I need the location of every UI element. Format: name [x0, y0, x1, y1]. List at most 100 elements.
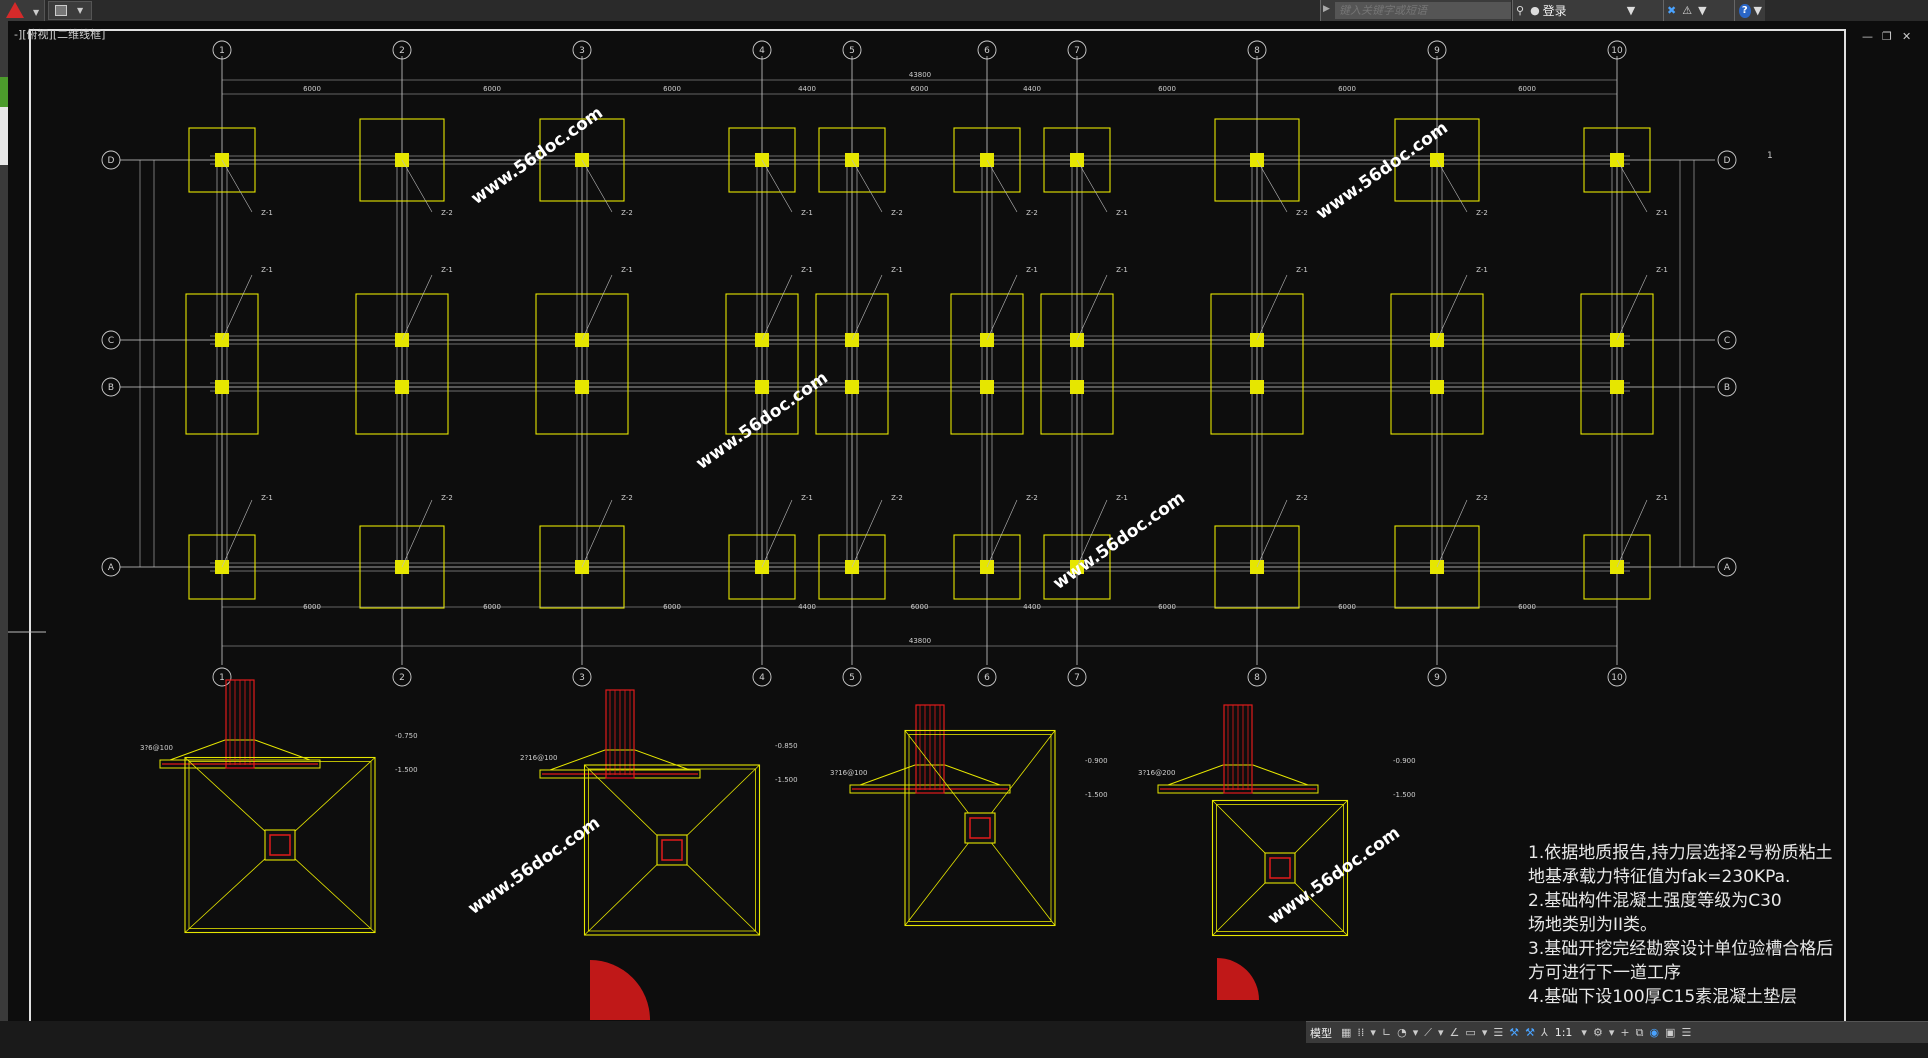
help-icon[interactable]: ?	[1739, 3, 1751, 18]
exchange-group: ✖ ⚠ ▼	[1663, 0, 1734, 21]
column	[755, 380, 769, 394]
polar-icon[interactable]: ◔	[1397, 1026, 1407, 1039]
grid-bubble-label: 10	[1611, 46, 1623, 56]
quick-access-save-button[interactable]: ▼	[48, 1, 92, 20]
dimension-text: 43800	[909, 637, 931, 645]
chevron-down-icon[interactable]: ▼	[1627, 4, 1635, 17]
chevron-down-icon[interactable]: ▾	[1609, 1026, 1615, 1039]
note-line: 4.基础下设100厚C15素混凝土垫层	[1528, 987, 1797, 1007]
footing-label: Z-1	[441, 266, 453, 274]
footing-label: Z-1	[1476, 266, 1488, 274]
elevation-label: -0.750	[395, 732, 418, 740]
minimize-icon[interactable]: —	[1862, 30, 1873, 43]
chevron-down-icon[interactable]: ▾	[1438, 1026, 1444, 1039]
elevation-label: -1.500	[1393, 791, 1416, 799]
annotation-visibility-icon[interactable]: ⚒	[1509, 1026, 1519, 1039]
panel-tab[interactable]	[0, 77, 8, 107]
footing-label: Z-1	[801, 266, 813, 274]
help-group: ? ▼	[1734, 0, 1765, 21]
elevation-label: -1.500	[395, 766, 418, 774]
note-line: 场地类别为II类。	[1528, 915, 1657, 935]
elevation-label: -0.900	[1085, 757, 1108, 765]
grid-bubble-label: 3	[579, 673, 585, 683]
elevation-label: -1.500	[775, 776, 798, 784]
grid-bubble-label: D	[108, 156, 115, 166]
column	[215, 380, 229, 394]
chevron-down-icon[interactable]: ▾	[1413, 1026, 1419, 1039]
application-menu-button[interactable]: ▼	[0, 0, 45, 21]
dimension-text: 6000	[303, 603, 321, 611]
footing-label: Z-2	[1476, 209, 1488, 217]
dimension-text: 4400	[1023, 85, 1041, 93]
grid-bubble-label: 6	[984, 46, 990, 56]
footing-label: Z-2	[441, 494, 453, 502]
dimension-text: 6000	[1338, 85, 1356, 93]
osnap-icon[interactable]: ⟋	[1424, 1026, 1432, 1040]
plus-icon[interactable]: +	[1620, 1026, 1629, 1039]
grid-bubble-label: 5	[849, 46, 855, 56]
close-icon[interactable]: ✕	[1902, 30, 1911, 43]
user-icon: ●	[1530, 4, 1540, 17]
dimension-text: 4400	[798, 85, 816, 93]
dimension-text: 6000	[1518, 603, 1536, 611]
grid-bubble-label: 1	[219, 46, 225, 56]
binoculars-icon[interactable]: ⚲	[1516, 4, 1524, 17]
drawing-canvas[interactable]: 1 1 2 2 3 3 4 4 5 5 6 6 7 7 8 8 9 9 10 10 D D C C B B A A Z-1 Z-1 Z-1…	[8, 21, 1928, 1021]
note-line: 3.基础开挖完经勘察设计单位验槽合格后	[1528, 939, 1833, 959]
exchange-icon[interactable]: ✖	[1667, 4, 1676, 17]
dimension-text: 4400	[1023, 603, 1041, 611]
viewport-controls-label[interactable]: -][俯视][二维线框]	[14, 26, 105, 42]
chevron-down-icon[interactable]: ▾	[1482, 1026, 1488, 1039]
workspace-gear-icon[interactable]: ⚙	[1593, 1026, 1603, 1039]
grid-bubble-label: C	[108, 336, 114, 346]
isolate-objects-icon[interactable]: ⧉	[1636, 1026, 1644, 1040]
footing-label: Z-1	[621, 266, 633, 274]
login-button[interactable]: 登录	[1543, 2, 1567, 19]
grid-bubble-label: 4	[759, 673, 765, 683]
clean-screen-icon[interactable]: ▣	[1665, 1026, 1675, 1039]
note-line: 2.基础构件混凝土强度等级为C30	[1528, 891, 1782, 911]
ortho-icon[interactable]: ∟	[1382, 1026, 1391, 1039]
model-space-button[interactable]: 模型	[1310, 1025, 1332, 1041]
grid-bubble-label: 5	[849, 673, 855, 683]
dimension-text: 6000	[911, 603, 929, 611]
footing-label: Z-2	[1296, 209, 1308, 217]
footing-label: Z-1	[1656, 209, 1668, 217]
otrack-icon[interactable]: ∠	[1450, 1026, 1460, 1039]
grip-icon: ▶	[1323, 4, 1330, 14]
grid-bubble-label: 8	[1254, 46, 1260, 56]
grid-bubble-label: B	[108, 383, 114, 393]
save-icon	[55, 5, 67, 16]
auto-scale-icon[interactable]: ⚒	[1525, 1026, 1535, 1039]
panel-tab[interactable]	[0, 107, 8, 165]
footing-label: Z-2	[621, 209, 633, 217]
chevron-down-icon[interactable]: ▾	[1370, 1026, 1376, 1039]
lineweight-icon[interactable]: ☰	[1493, 1026, 1503, 1039]
selection-cycling-icon[interactable]: ▭	[1465, 1026, 1475, 1039]
restore-icon[interactable]: ❐	[1882, 30, 1892, 43]
dimension-text: 6000	[911, 85, 929, 93]
chevron-down-icon[interactable]: ▼	[1754, 4, 1762, 17]
search-input[interactable]	[1335, 2, 1511, 19]
hardware-acceleration-icon[interactable]: ◉	[1649, 1026, 1659, 1039]
dimension-text: 6000	[1158, 603, 1176, 611]
snap-icon[interactable]: ⁞⁞	[1357, 1026, 1364, 1039]
title-bar: ▼ ▼ ▶ ⚲ ● 登录 ▼ ✖ ⚠ ▼ ? ▼	[0, 0, 1928, 22]
left-panel-edge	[0, 21, 8, 1036]
footing-label: Z-1	[1026, 266, 1038, 274]
footing-label: Z-2	[891, 494, 903, 502]
note-line: 1.依据地质报告,持力层选择2号粉质粘土	[1528, 843, 1832, 863]
footing-label: Z-1	[1116, 266, 1128, 274]
annotation-scale-value[interactable]: 1:1	[1555, 1026, 1573, 1039]
chevron-down-icon[interactable]: ▾	[1581, 1026, 1587, 1039]
a360-icon[interactable]: ⚠	[1682, 4, 1692, 17]
grid-icon[interactable]: ▦	[1341, 1026, 1351, 1039]
footing-label: Z-2	[1026, 494, 1038, 502]
chevron-down-icon[interactable]: ▼	[1698, 4, 1706, 17]
footing-label: Z-2	[1026, 209, 1038, 217]
dimension-text: 6000	[483, 603, 501, 611]
annotation-scale-icon[interactable]: ⅄	[1541, 1026, 1548, 1039]
customization-icon[interactable]: ☰	[1681, 1026, 1691, 1039]
grid-bubble-label: A	[1724, 563, 1731, 573]
dimension-text: 6000	[483, 85, 501, 93]
